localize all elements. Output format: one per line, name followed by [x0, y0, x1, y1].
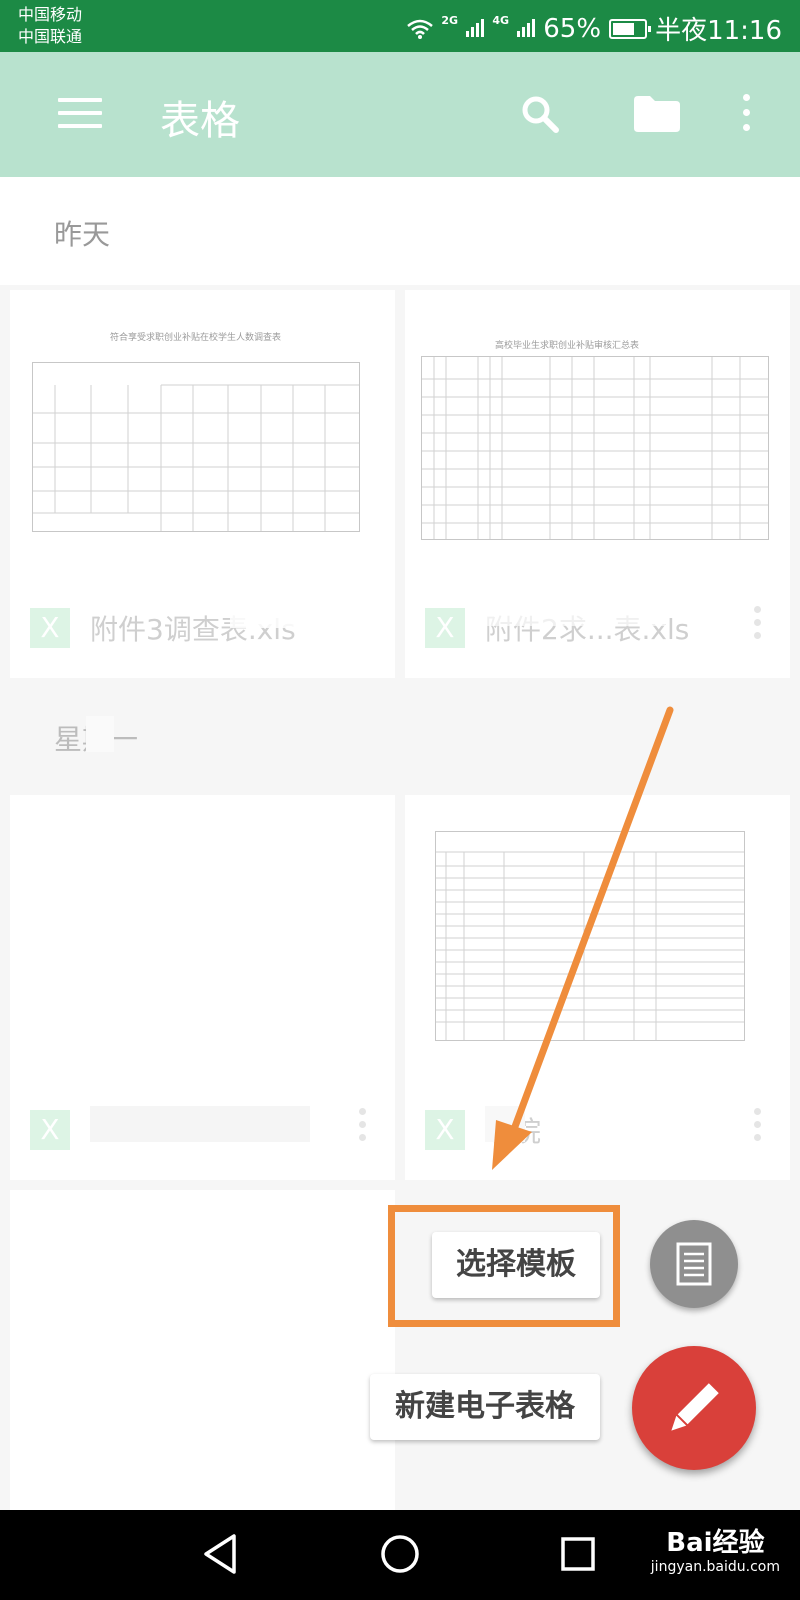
- file-card-footer: X 附件2求...表.xls: [405, 578, 790, 678]
- file-card[interactable]: 符合享受求职创业补贴在校学生人数调查表 X 附件3调查表.xls: [10, 290, 395, 678]
- file-thumbnail: 符合享受求职创业补贴在校学生人数调查表: [10, 290, 395, 585]
- template-fab[interactable]: [650, 1220, 738, 1308]
- battery-percent: 65%: [543, 13, 602, 44]
- excel-file-icon: X: [425, 1110, 465, 1150]
- file-card[interactable]: 高校毕业生求职创业补贴审核汇总表 X 附件2求...表.xls: [405, 290, 790, 678]
- search-icon[interactable]: [520, 94, 560, 134]
- excel-file-icon: X: [30, 608, 70, 648]
- select-template-button[interactable]: 选择模板: [432, 1232, 600, 1298]
- card-more-icon[interactable]: [754, 606, 764, 645]
- watermark-brand: Bai经验: [666, 1528, 765, 1558]
- excel-file-icon: X: [30, 1110, 70, 1150]
- file-card[interactable]: [10, 1190, 395, 1510]
- document-icon: [676, 1242, 712, 1286]
- file-card-footer: X: [10, 1080, 395, 1180]
- page-title: 表格: [160, 98, 240, 144]
- battery-icon: [609, 18, 652, 39]
- file-card-footer: X 附件3调查表.xls: [10, 578, 395, 678]
- doc-table: [421, 356, 769, 540]
- clock: 半夜11:16: [655, 16, 782, 46]
- new-spreadsheet-button[interactable]: 新建电子表格: [370, 1374, 600, 1440]
- signal-icon: [517, 17, 536, 37]
- status-bar: 中国移动 中国联通 2G 4G 65% 半夜11:16: [0, 0, 800, 52]
- annotation-arrow: [492, 706, 674, 1170]
- doc-title: 高校毕业生求职创业补贴审核汇总表: [495, 341, 640, 351]
- blur-mask: [465, 590, 665, 626]
- file-thumbnail: 高校毕业生求职创业补贴审核汇总表: [405, 290, 790, 585]
- watermark-url: jingyan.baidu.com: [650, 1559, 780, 1575]
- file-card[interactable]: X: [10, 795, 395, 1180]
- doc-title: 符合享受求职创业补贴在校学生人数调查表: [110, 333, 282, 343]
- card-more-icon[interactable]: [359, 1108, 369, 1147]
- blur-mask: [90, 1106, 310, 1142]
- more-vert-icon[interactable]: [740, 94, 752, 134]
- blur-mask: [86, 716, 114, 752]
- status-icons: 2G 4G 65% 半夜11:16: [407, 10, 782, 47]
- carrier-info: 中国移动 中国联通: [18, 4, 82, 48]
- baidu-jingyan-watermark: Bai经验 jingyan.baidu.com: [651, 1522, 780, 1575]
- blur-mask: [230, 588, 350, 628]
- section-label: 昨天: [54, 218, 111, 251]
- carrier-2: 中国联通: [18, 27, 83, 46]
- menu-icon[interactable]: [58, 98, 102, 128]
- home-icon[interactable]: [380, 1534, 420, 1574]
- card-more-icon[interactable]: [754, 1108, 764, 1147]
- back-icon[interactable]: [200, 1532, 240, 1576]
- network-2g: 2G: [441, 13, 459, 27]
- excel-file-icon: X: [425, 608, 465, 648]
- pencil-icon: [671, 1383, 719, 1431]
- signal-icon: [466, 17, 485, 37]
- wifi-icon: [407, 19, 434, 39]
- network-4g: 4G: [492, 13, 509, 27]
- app-bar: 表格: [0, 52, 800, 177]
- system-nav-bar: Bai经验 jingyan.baidu.com: [0, 1510, 800, 1600]
- doc-table: [32, 362, 360, 532]
- section-header-yesterday: 昨天: [0, 177, 800, 285]
- carrier-1: 中国移动: [18, 5, 83, 24]
- create-fab[interactable]: [632, 1346, 756, 1470]
- recents-icon[interactable]: [560, 1536, 596, 1572]
- folder-icon[interactable]: [634, 96, 680, 132]
